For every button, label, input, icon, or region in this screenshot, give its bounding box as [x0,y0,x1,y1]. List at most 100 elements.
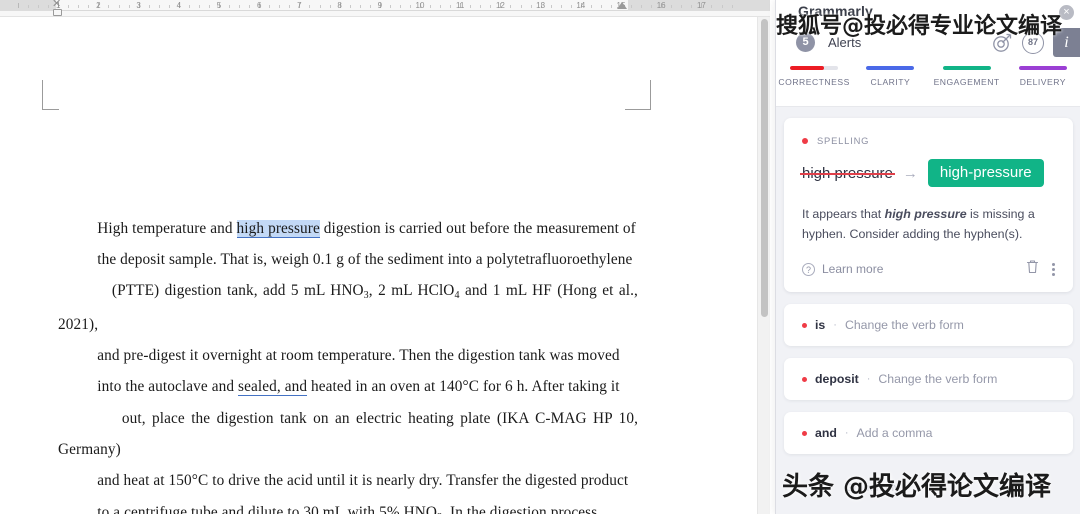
suggestion-list-item[interactable]: and · Add a comma [784,412,1073,454]
grammarly-panel: Grammarly × 5 Alerts 87 i CORRECTNESS CL… [775,0,1080,514]
ruler-minor-tick [711,5,713,8]
more-options-icon[interactable] [1052,262,1055,276]
ruler-minor-tick [409,5,411,8]
suggestion-category: SPELLING [802,135,1055,146]
goals-target-icon[interactable] [991,32,1013,54]
ruler-minor-tick [28,5,30,8]
suggestion-action-label: Add a comma [856,426,933,440]
ruler-minor-tick [269,5,271,8]
ruler-minor-tick [88,5,90,8]
overall-score-badge[interactable]: 87 [1022,31,1044,54]
original-text: high pressure [800,164,895,182]
ruler-minor-tick [450,5,452,8]
ruler-minor-tick [48,5,50,8]
goals-target-svg [993,33,1012,52]
ruler-minor-tick [78,5,80,8]
highlighted-phrase[interactable]: high pressure [236,219,320,238]
question-mark-icon: ? [802,262,815,276]
ruler-minor-tick [631,5,633,8]
text-run: heated in an oven at 140°C for 6 h. Afte… [307,378,620,396]
ruler-tick-label: 7 [297,1,302,10]
close-icon[interactable]: × [1059,5,1074,20]
text-run: the deposit sample. That is, weigh 0.1 g… [97,251,633,269]
ruler-minor-tick [691,5,693,8]
ruler-minor-tick [68,5,70,8]
document-body-text[interactable]: High temperature and high pressure diges… [58,119,638,514]
document-area: 1 2 3 4 5 6 7 8 9 10 11 12 13 14 15 16 17 ✕ High tempera… [0,0,770,514]
suggestion-dot-icon [802,430,807,436]
text-run: digestion is carried out before the meas… [319,219,636,237]
category-dot-icon [802,137,808,144]
suggestion-separator: · [833,319,837,331]
category-tab-correctness[interactable]: CORRECTNESS [776,66,852,87]
text-run: and pre-digest it overnight at room temp… [97,347,620,365]
learn-more-label: Learn more [822,262,884,276]
suggestion-action-label: Change the verb form [878,372,998,386]
ruler-minor-tick [721,5,723,8]
category-bar [942,66,991,70]
ruler-minor-tick [590,5,592,8]
ruler-minor-tick [671,5,673,8]
ruler-minor-tick [560,5,562,8]
kebab-dot [1052,272,1055,276]
left-indent-marker[interactable]: ✕ [51,0,63,17]
paragraph-1: High temperature and high pressure diges… [58,182,638,514]
ruler-minor-tick [279,5,281,8]
grammarly-logo-text: Grammarly [798,3,873,19]
card-actions [1026,259,1055,279]
suggestion-dot-icon [802,376,807,382]
category-tab-delivery[interactable]: DELIVERY [1005,66,1080,87]
underlined-phrase[interactable]: sealed, and [238,378,308,397]
trash-svg [1026,260,1039,274]
document-page[interactable]: High temperature and high pressure diges… [0,17,758,514]
right-indent-marker[interactable] [617,2,627,9]
ruler-minor-tick [470,5,472,8]
ruler-minor-tick [570,5,572,8]
suggestion-word: deposit [815,372,859,386]
apply-suggestion-button[interactable]: high-pressure [927,159,1044,187]
card-footer: ? Learn more [802,259,1055,279]
ruler-minor-tick [319,5,321,8]
suggestion-separator: · [844,427,849,439]
ruler-minor-tick [480,5,482,8]
suggestion-action-label: Change the verb form [844,318,964,332]
ruler-minor-tick [148,5,150,8]
ruler-minor-tick [38,5,40,8]
text-run: and heat at 150°C to drive the acid unti… [97,472,629,490]
text-run: (PTTE) digestion tank, add 5 mL HNO [111,282,364,300]
suggestion-card-spelling[interactable]: SPELLING high pressure → high-pressure I… [784,118,1073,292]
horizontal-ruler[interactable]: 1 2 3 4 5 6 7 8 9 10 11 12 13 14 15 16 17 ✕ [0,0,770,17]
ruler-tick-label: 6 [256,1,262,10]
ruler-minor-tick [329,5,331,8]
suggestion-list-item[interactable]: deposit · Change the verb form [784,358,1073,400]
category-tab-engagement[interactable]: ENGAGEMENT [929,66,1005,87]
ruler-tick-label: 12 [495,1,505,10]
ruler-minor-tick [239,5,241,8]
ruler-tick-label: 5 [216,1,222,10]
category-tab-clarity[interactable]: CLARITY [852,66,928,87]
margin-mark-top-right [625,80,651,110]
dismiss-trash-icon[interactable] [1026,259,1039,279]
ruler-tick-label: 14 [576,1,586,10]
info-button[interactable]: i [1053,28,1080,57]
subscript: 3 [363,290,369,302]
category-bar [866,66,915,70]
ruler-minor-tick [188,5,190,8]
document-scrollbar-thumb[interactable] [761,19,768,317]
ruler-minor-tick [731,5,733,8]
suggestion-list-item[interactable]: is · Change the verb form [784,304,1073,346]
ruler-minor-tick [349,5,351,8]
alerts-count-badge: 5 [796,33,815,52]
suggestion-word: is [815,318,826,332]
learn-more-link[interactable]: ? Learn more [802,262,883,276]
ruler-tick-label: 3 [136,1,141,10]
alerts-label: Alerts [828,35,862,50]
ruler-tick [18,3,19,8]
ruler-minor-tick [399,5,401,8]
panel-suggestions-list[interactable]: SPELLING high pressure → high-pressure I… [776,107,1080,514]
ruler-minor-tick [229,5,231,8]
document-scrollbar[interactable] [757,17,770,514]
ruler-minor-tick [440,5,442,8]
ruler-minor-tick [168,5,170,8]
category-tab-label: ENGAGEMENT [933,77,1000,87]
